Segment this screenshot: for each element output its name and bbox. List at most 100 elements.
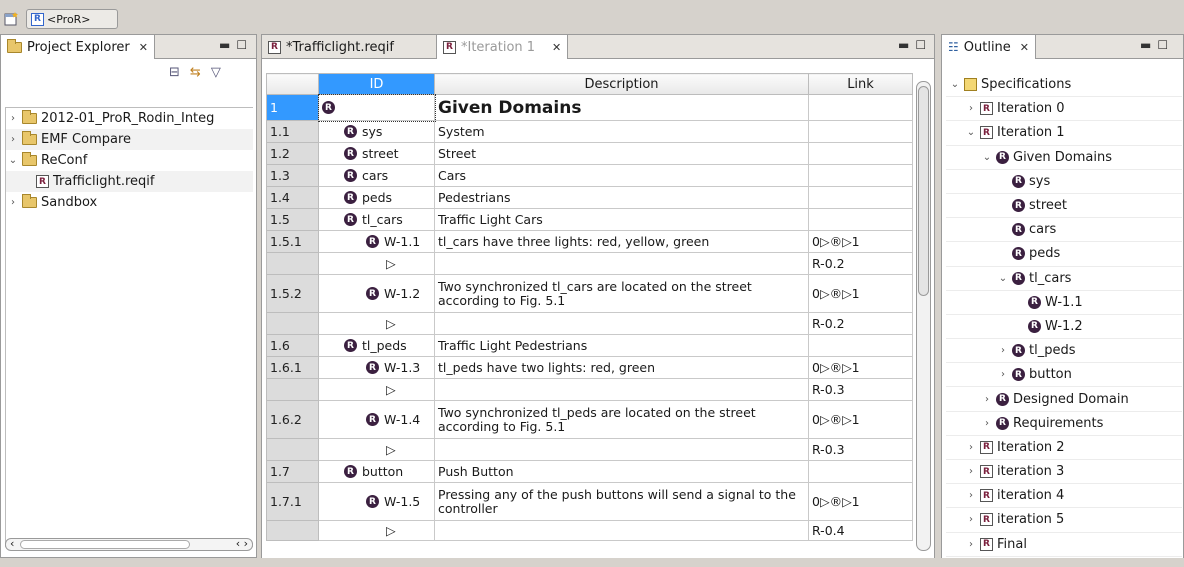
id-cell[interactable]: Rsys [318,120,435,143]
row-number[interactable]: 1 [266,94,319,121]
link-cell[interactable] [808,164,913,187]
open-perspective-icon[interactable] [4,9,20,29]
link-cell[interactable] [808,208,913,231]
outline-item[interactable]: R W-1.2 [946,315,1182,340]
link-column-header[interactable]: Link [808,73,913,95]
outline-item[interactable]: › R Iteration 2 [946,436,1182,460]
collapsed-icon[interactable]: › [966,514,976,525]
tree-item[interactable]: › Sandbox [6,192,253,213]
description-cell[interactable]: Street [434,142,809,165]
table-row[interactable]: ▷ R-0.3 [266,378,913,401]
table-row[interactable]: ▷ R-0.4 [266,520,913,541]
tree-item[interactable]: ⌄ ReConf [6,150,253,171]
outline-item[interactable]: ⌄ Specifications [946,73,1182,98]
table-row[interactable]: ▷ R-0.2 [266,312,913,335]
horizontal-scrollbar[interactable]: ‹ ‹ › [5,537,253,551]
link-cell[interactable]: 0▷®▷1 [808,230,913,253]
table-row[interactable]: 1.6 Rtl_peds Traffic Light Pedestrians [266,334,913,357]
link-cell[interactable] [808,94,913,121]
pror-perspective-button[interactable]: R <ProR> [26,9,118,29]
id-cell[interactable]: R W-1.5 [318,482,435,521]
maximize-icon[interactable]: ☐ [1157,38,1168,52]
collapsed-icon[interactable]: › [966,490,976,501]
description-cell[interactable]: tl_peds have two lights: red, green [434,356,809,379]
description-cell[interactable] [434,312,809,335]
link-cell[interactable]: R-0.4 [808,520,913,541]
link-cell[interactable] [808,460,913,483]
link-cell[interactable]: R-0.2 [808,312,913,335]
row-number[interactable] [266,520,319,541]
collapse-all-icon[interactable]: ⊟ [169,65,180,80]
outline-item[interactable]: ⌄ R Given Domains [946,146,1182,170]
description-cell[interactable]: Push Button [434,460,809,483]
id-cell[interactable]: ▷ [318,520,435,541]
id-cell[interactable]: R W-1.4 [318,400,435,439]
link-cell[interactable]: R-0.3 [808,438,913,461]
row-number[interactable]: 1.1 [266,120,319,143]
id-column-header[interactable]: ID [318,73,435,95]
collapsed-icon[interactable]: › [998,345,1008,356]
outline-item[interactable]: › Rbutton [946,363,1182,388]
collapsed-icon[interactable]: › [998,369,1008,380]
row-number[interactable]: 1.5.2 [266,274,319,313]
description-cell[interactable] [434,378,809,401]
outline-item[interactable]: Rpeds [946,242,1182,267]
row-number[interactable]: 1.5.1 [266,230,319,253]
link-with-editor-icon[interactable]: ⇆ [190,65,201,80]
id-cell[interactable]: Rstreet [318,142,435,165]
outline-item[interactable]: ⌄ Rtl_cars [946,267,1182,291]
row-number[interactable]: 1.3 [266,164,319,187]
outline-item[interactable]: R W-1.1 [946,291,1182,315]
tab-iteration-1[interactable]: R *Iteration 1 ✕ [436,35,569,59]
id-cell[interactable]: Rpeds [318,186,435,209]
id-cell[interactable]: R [317,93,436,122]
outline-item[interactable]: › R Requirements [946,412,1182,436]
table-row[interactable]: 1.5 Rtl_cars Traffic Light Cars [266,208,913,231]
collapsed-icon[interactable]: › [8,197,18,208]
expanded-icon[interactable]: ⌄ [998,273,1008,284]
close-icon[interactable]: ✕ [552,41,561,54]
tree-item[interactable]: R Trafficlight.reqif [6,171,253,192]
id-cell[interactable]: R W-1.2 [318,274,435,313]
view-menu-icon[interactable]: ▽ [211,65,221,80]
description-cell[interactable]: Pressing any of the push buttons will se… [434,482,809,521]
table-row[interactable]: 1.7.1 R W-1.5 Pressing any of the push butt… [266,482,913,521]
row-number[interactable] [266,252,319,275]
table-row[interactable]: ▷ R-0.2 [266,252,913,275]
expanded-icon[interactable]: ⌄ [950,79,960,90]
table-row[interactable]: 1.5.1 R W-1.1 tl_cars have three lights: re… [266,230,913,253]
description-cell[interactable] [434,438,809,461]
maximize-icon[interactable]: ☐ [236,38,247,52]
table-row[interactable]: 1.2 Rstreet Street [266,142,913,165]
table-row[interactable]: 1.4 Rpeds Pedestrians [266,186,913,209]
id-cell[interactable]: ▷ [318,378,435,401]
outline-item[interactable]: ⌄ R Iteration 1 [946,121,1182,146]
table-row[interactable]: 1.5.2 R W-1.2 Two synchronized tl_cars are … [266,274,913,313]
link-cell[interactable]: 0▷®▷1 [808,356,913,379]
row-number[interactable]: 1.7 [266,460,319,483]
tab-outline[interactable]: ☷ Outline ✕ [942,35,1037,59]
collapsed-icon[interactable]: › [982,394,992,405]
link-cell[interactable]: 0▷®▷1 [808,482,913,521]
description-cell[interactable] [434,520,809,541]
description-cell[interactable]: Two synchronized tl_cars are located on … [434,274,809,313]
row-number[interactable]: 1.6.1 [266,356,319,379]
scroll-thumb[interactable] [918,86,929,296]
id-cell[interactable]: R W-1.3 [318,356,435,379]
description-cell[interactable]: Two synchronized tl_peds are located on … [434,400,809,439]
row-number[interactable] [266,438,319,461]
tab-project-explorer[interactable]: Project Explorer ✕ [1,35,155,59]
minimize-icon[interactable]: ▬ [1140,38,1151,52]
collapsed-icon[interactable]: › [966,103,976,114]
table-row[interactable]: 1.6.1 R W-1.3 tl_peds have two lights: red,… [266,356,913,379]
outline-item[interactable]: › Riteration 5 [946,508,1182,533]
id-cell[interactable]: Rcars [318,164,435,187]
row-number-header[interactable] [266,73,319,95]
description-cell[interactable]: Pedestrians [434,186,809,209]
outline-item[interactable]: Rsys [946,170,1182,194]
table-row[interactable]: 1.3 Rcars Cars [266,164,913,187]
table-row[interactable]: 1 R Given Domains [266,93,913,122]
row-number[interactable]: 1.2 [266,142,319,165]
row-number[interactable] [266,312,319,335]
description-cell[interactable]: System [434,120,809,143]
